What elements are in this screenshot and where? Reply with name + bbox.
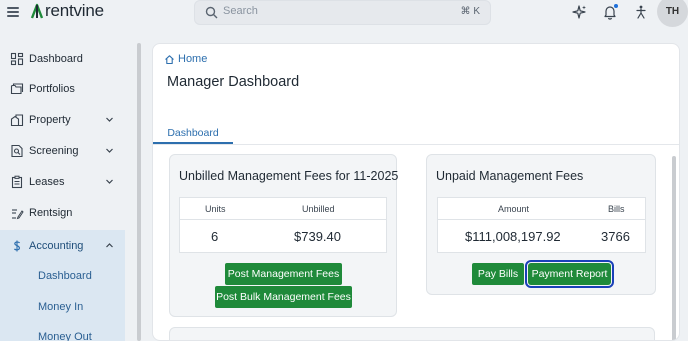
- chevron-down-icon: [106, 117, 113, 122]
- sidebar-subitem-accounting-dashboard[interactable]: Dashboard: [38, 270, 92, 282]
- rentvine-logo[interactable]: rentvine: [30, 1, 104, 21]
- clipboard-icon: [11, 175, 23, 188]
- next-card: [169, 327, 655, 340]
- sidebar-subitem-money-in[interactable]: Money In: [38, 301, 83, 313]
- rentvine-logo-mark: [30, 3, 44, 19]
- menu-icon[interactable]: [7, 7, 19, 17]
- sidebar-item-label: Screening: [29, 144, 79, 157]
- avatar[interactable]: TH: [657, 0, 688, 27]
- sidebar-item-label: Rentsign: [29, 206, 73, 219]
- column-header-bills: Bills: [608, 204, 625, 214]
- tabs-divider: [153, 144, 679, 145]
- payment-report-button[interactable]: Payment Report: [525, 260, 614, 288]
- home-icon: [165, 54, 174, 64]
- sidebar-subitem-money-out[interactable]: Money Out: [38, 331, 92, 341]
- unbilled-summary-table: Units Unbilled 6 $739.40: [179, 197, 387, 253]
- card-title: Unpaid Management Fees: [436, 169, 584, 183]
- search-input[interactable]: [223, 5, 423, 17]
- top-bar: rentvine ⌘ K TH: [0, 0, 688, 30]
- sign-icon: [12, 208, 24, 219]
- unpaid-summary-table: Amount Bills $111,008,197.92 3766: [437, 197, 646, 253]
- column-header-units: Units: [205, 204, 226, 214]
- amount-value: $111,008,197.92: [465, 229, 561, 244]
- chevron-down-icon: [106, 179, 113, 184]
- post-management-fees-button[interactable]: Post Management Fees: [225, 263, 342, 285]
- main-panel: Home Manager Dashboard Dashboard Unbille…: [152, 43, 680, 341]
- sidebar-item-property[interactable]: Property: [0, 104, 125, 135]
- screening-icon: [11, 144, 23, 157]
- breadcrumb-home[interactable]: Home: [178, 53, 207, 65]
- accessibility-icon[interactable]: [633, 4, 649, 20]
- grid-icon: [10, 52, 24, 65]
- sidebar: Dashboard Portfolios Property Screening: [0, 30, 135, 341]
- brand-name: rentvine: [45, 1, 104, 20]
- search-shortcut: ⌘ K: [460, 6, 480, 17]
- sidebar-item-label: Portfolios: [29, 82, 75, 95]
- sparkle-icon[interactable]: [571, 4, 587, 20]
- sidebar-scrollbar[interactable]: [137, 43, 141, 341]
- sidebar-item-label: Accounting: [29, 239, 84, 252]
- unpaid-management-fees-card: Unpaid Management Fees Amount Bills $111…: [426, 154, 656, 295]
- search-bar[interactable]: ⌘ K: [194, 0, 491, 25]
- column-header-unbilled: Unbilled: [302, 204, 335, 214]
- post-bulk-management-fees-button[interactable]: Post Bulk Management Fees: [215, 286, 352, 308]
- column-header-amount: Amount: [498, 204, 530, 214]
- chevron-up-icon: [106, 243, 113, 248]
- sidebar-item-accounting[interactable]: Accounting: [0, 230, 125, 261]
- bills-value: 3766: [601, 229, 630, 244]
- chevron-down-icon: [106, 148, 113, 153]
- pay-bills-button[interactable]: Pay Bills: [472, 263, 524, 285]
- card-title: Unbilled Management Fees for 11-2025: [179, 169, 399, 183]
- search-icon: [205, 6, 218, 19]
- sidebar-item-portfolios[interactable]: Portfolios: [0, 73, 125, 104]
- building-icon: [10, 113, 24, 126]
- unbilled-management-fees-card: Unbilled Management Fees for 11-2025 Uni…: [169, 154, 399, 317]
- sidebar-item-label: Property: [29, 113, 71, 126]
- sidebar-item-label: Dashboard: [29, 52, 83, 65]
- dollar-icon: [13, 240, 21, 251]
- unbilled-value: $739.40: [294, 229, 341, 244]
- main-scrollbar[interactable]: [672, 156, 676, 340]
- units-value: 6: [211, 229, 219, 244]
- sidebar-item-rentsign[interactable]: Rentsign: [0, 197, 125, 228]
- sidebar-item-screening[interactable]: Screening: [0, 135, 125, 166]
- sidebar-item-dashboard[interactable]: Dashboard: [0, 43, 125, 74]
- breadcrumb[interactable]: Home: [164, 53, 207, 65]
- sidebar-item-label: Leases: [29, 175, 65, 188]
- page-title: Manager Dashboard: [167, 74, 300, 90]
- sidebar-item-leases[interactable]: Leases: [0, 166, 125, 197]
- folder-icon: [10, 82, 24, 94]
- notification-dot: [614, 4, 618, 8]
